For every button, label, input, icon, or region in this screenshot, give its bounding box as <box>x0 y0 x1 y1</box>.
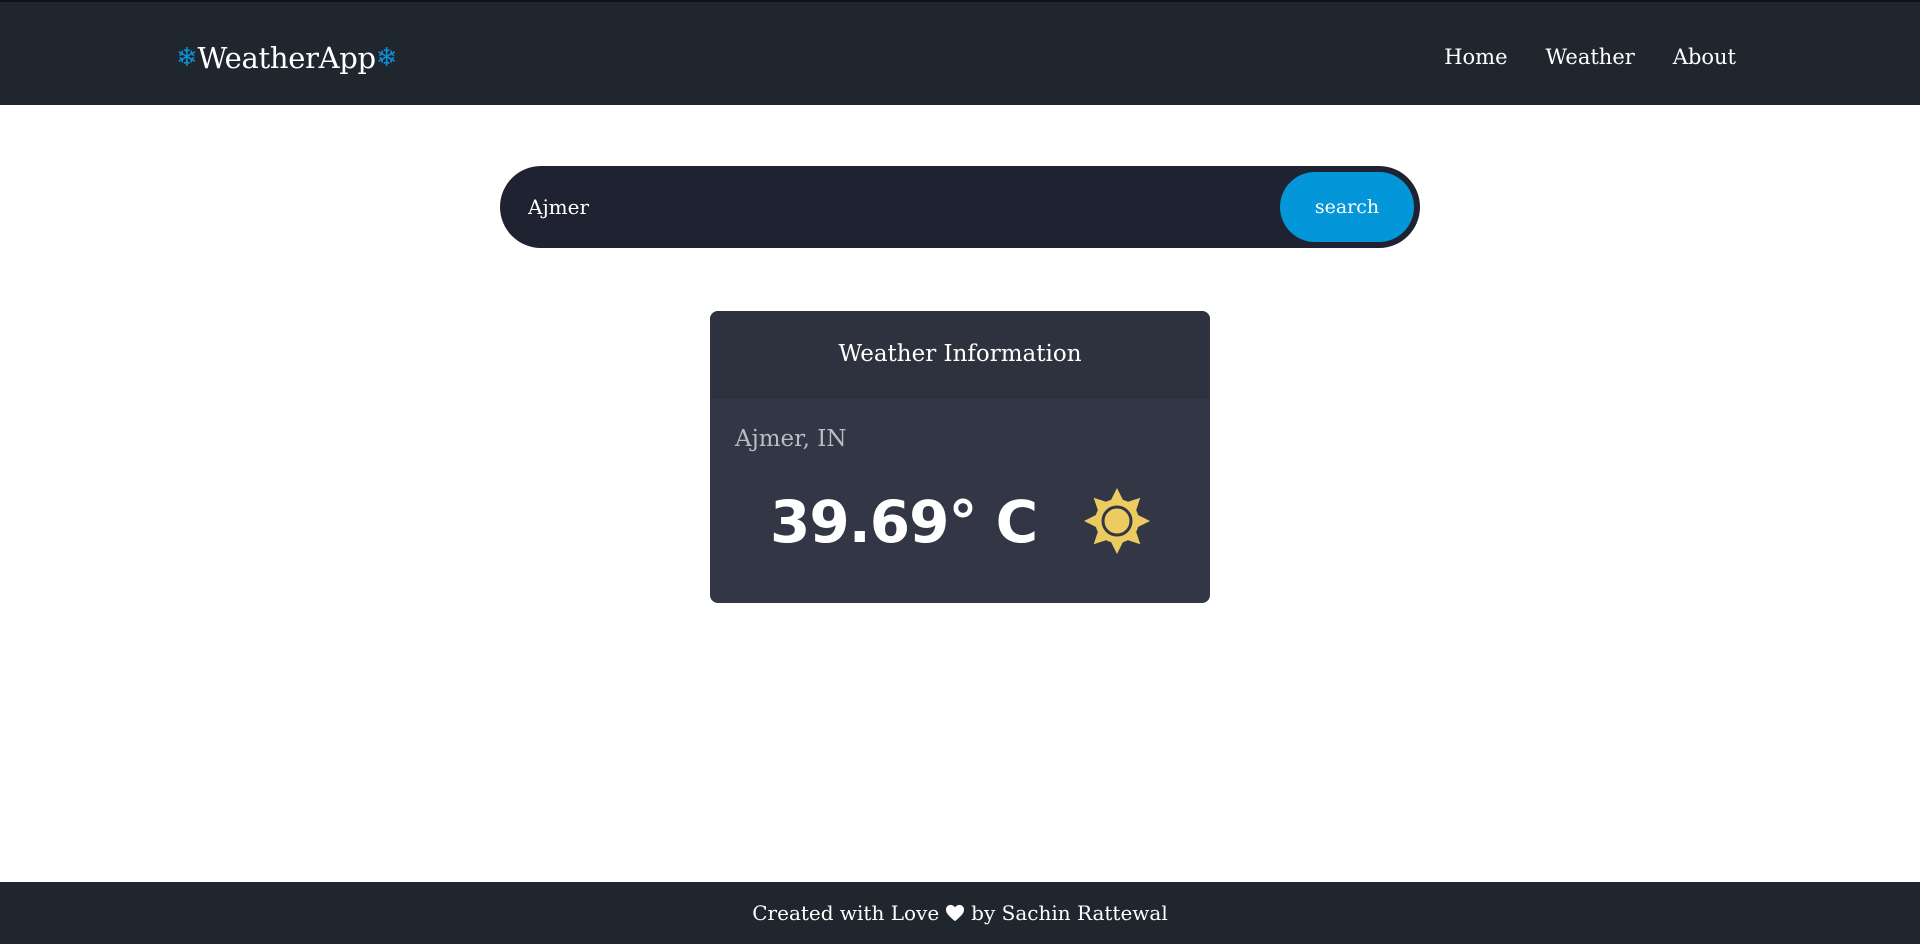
snowflake-icon: ❄ <box>375 43 398 73</box>
snowflake-icon: ❄ <box>176 43 198 73</box>
card-title: Weather Information <box>710 311 1210 398</box>
nav-links: Home Weather About <box>1444 42 1736 72</box>
footer-suffix: by Sachin Rattewal <box>971 901 1168 925</box>
brand-name: WeatherApp <box>197 40 377 75</box>
navbar: ❄ WeatherApp ❄ Home Weather About <box>0 0 1920 105</box>
location-label: Ajmer, IN <box>735 426 847 452</box>
search-input[interactable] <box>526 186 1246 228</box>
nav-link-weather[interactable]: Weather <box>1546 42 1635 72</box>
sun-icon <box>1084 488 1150 554</box>
weather-card: Weather Information Ajmer, IN 39.69° C <box>710 311 1210 603</box>
temperature-value: 39.69° C <box>770 488 1038 556</box>
heart-icon <box>946 904 965 922</box>
nav-link-home[interactable]: Home <box>1444 42 1507 72</box>
brand-logo[interactable]: ❄ WeatherApp ❄ <box>176 38 398 78</box>
footer: Created with Love by Sachin Rattewal <box>0 882 1920 944</box>
search-button[interactable]: search <box>1280 172 1414 242</box>
nav-link-about[interactable]: About <box>1673 42 1736 72</box>
search-bar: search <box>500 166 1420 248</box>
footer-prefix: Created with Love <box>752 901 940 925</box>
